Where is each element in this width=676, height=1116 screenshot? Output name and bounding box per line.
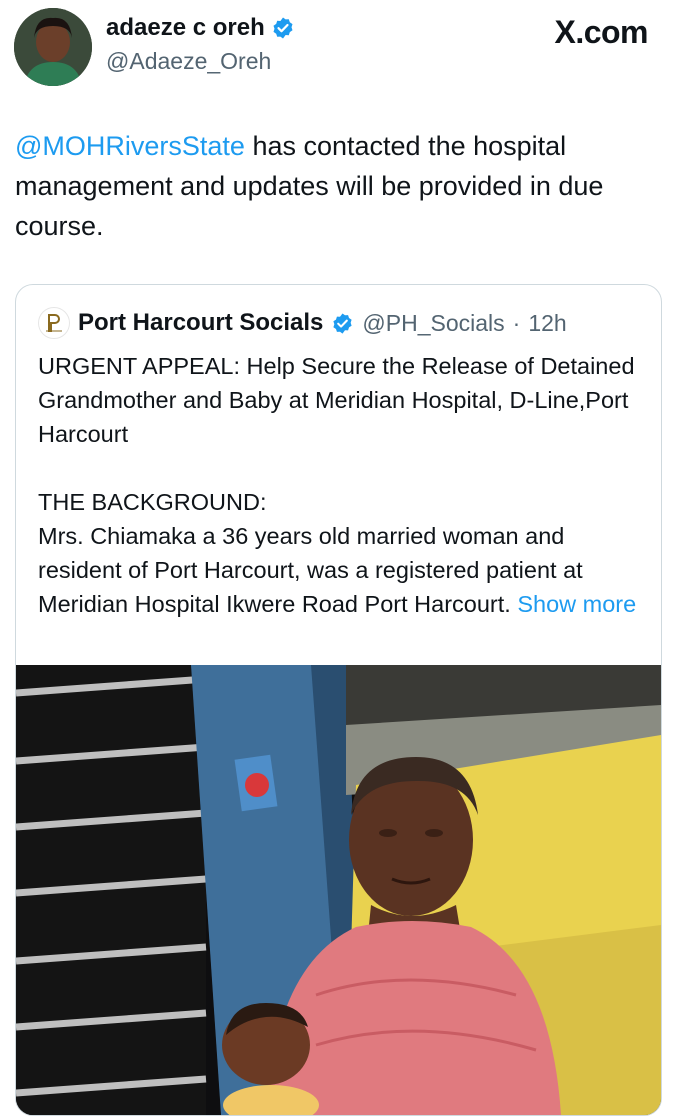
quoted-headline: URGENT APPEAL: Help Secure the Release o… <box>38 353 635 447</box>
brand-logo-icon <box>46 314 62 332</box>
attached-photo[interactable] <box>16 665 661 1115</box>
tweet-header: adaeze c oreh @Adaeze_Oreh X.com <box>0 0 676 100</box>
quoted-timestamp[interactable]: 12h <box>528 310 566 337</box>
quoted-section-title: THE BACKGROUND: <box>38 489 267 515</box>
quoted-handle[interactable]: @PH_Socials <box>362 310 504 337</box>
verified-badge-icon <box>333 312 353 334</box>
author-name-row: adaeze c oreh <box>106 14 295 42</box>
author-display-name[interactable]: adaeze c oreh <box>106 14 265 42</box>
photo-image <box>16 665 661 1115</box>
quoted-tweet-text: URGENT APPEAL: Help Secure the Release o… <box>38 349 638 621</box>
mention-link[interactable]: @MOHRiversState <box>15 131 245 161</box>
author-avatar[interactable] <box>14 8 92 86</box>
quoted-tweet-header: Port Harcourt Socials @PH_Socials · 12h <box>38 307 567 339</box>
quoted-display-name[interactable]: Port Harcourt Socials <box>78 309 323 337</box>
quoted-author-avatar[interactable] <box>38 307 70 339</box>
quoted-body: Mrs. Chiamaka a 36 years old married wom… <box>38 519 638 621</box>
show-more-link[interactable]: Show more <box>517 591 636 617</box>
author-handle[interactable]: @Adaeze_Oreh <box>106 48 271 75</box>
verified-badge-icon <box>273 17 293 39</box>
profile-photo-icon <box>14 8 92 86</box>
tweet-text: @MOHRiversState has contacted the hospit… <box>15 126 665 246</box>
site-label: X.com <box>554 14 648 50</box>
quoted-separator: · <box>512 309 521 336</box>
quoted-body-text: Mrs. Chiamaka a 36 years old married wom… <box>38 523 583 617</box>
quoted-tweet-card[interactable]: Port Harcourt Socials @PH_Socials · 12h … <box>15 284 662 1116</box>
